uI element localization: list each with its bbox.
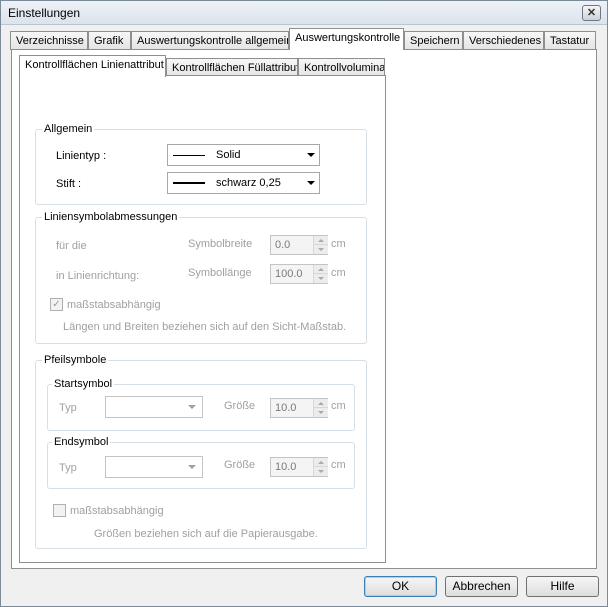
symbolbreite-value: 0.0 <box>275 239 291 251</box>
tab-speichern[interactable]: Speichern <box>404 31 463 50</box>
stift-label: Stift : <box>56 178 82 190</box>
group-startsymbol-title: Startsymbol <box>52 378 115 390</box>
massstabsabhaengig-label: maßstabsabhängig <box>67 299 161 311</box>
solid-line-preview-icon <box>173 155 205 156</box>
settings-dialog: Einstellungen ✕ Verzeichnisse Grafik Aus… <box>0 0 608 607</box>
tab-grafik[interactable]: Grafik <box>88 31 131 50</box>
startsymbol-groesse-stepper[interactable]: 10.0 <box>270 398 328 418</box>
tab-verschiedenes[interactable]: Verschiedenes <box>463 31 544 50</box>
in-linienrichtung-label: in Linienrichtung: <box>56 270 140 282</box>
help-button[interactable]: Hilfe <box>526 576 599 597</box>
symbolbreite-label: Symbolbreite <box>188 238 253 250</box>
linientyp-label: Linientyp : <box>56 150 107 162</box>
stift-value: schwarz 0,25 <box>216 177 281 189</box>
startsymbol-groesse-label: Größe <box>224 400 256 412</box>
cancel-button[interactable]: Abbrechen <box>445 576 518 597</box>
symbollaenge-stepper[interactable]: 100.0 <box>270 264 328 284</box>
symbollaenge-value: 100.0 <box>275 268 303 280</box>
chevron-down-icon <box>307 181 315 185</box>
endsymbol-typ-dropdown[interactable] <box>105 456 203 478</box>
linientyp-value: Solid <box>216 149 241 161</box>
endsymbol-typ-label: Typ <box>59 462 77 474</box>
pfeilsymbole-hint: Größen beziehen sich auf die Papierausga… <box>94 528 318 540</box>
spin-down-icon[interactable] <box>314 408 328 417</box>
group-pfeilsymbole-title: Pfeilsymbole <box>42 354 109 366</box>
title-bar: Einstellungen ✕ <box>1 1 607 25</box>
pen-line-preview-icon <box>173 182 205 184</box>
startsymbol-typ-dropdown[interactable] <box>105 396 203 418</box>
endsymbol-groesse-stepper[interactable]: 10.0 <box>270 457 328 477</box>
tab-auswertungskontrolle[interactable]: Auswertungskontrolle <box>289 28 404 50</box>
massstabsabhaengig-checkbox[interactable]: ✓ <box>50 298 63 311</box>
tab-tastatur[interactable]: Tastatur <box>544 31 596 50</box>
linientyp-dropdown[interactable]: Solid <box>167 144 320 166</box>
spin-down-icon[interactable] <box>314 274 328 283</box>
chevron-down-icon <box>188 465 196 469</box>
symbolbreite-stepper[interactable]: 0.0 <box>270 235 328 255</box>
endsymbol-unit: cm <box>331 459 346 471</box>
group-allgemein-title: Allgemein <box>42 123 95 135</box>
spin-up-icon[interactable] <box>314 458 328 467</box>
group-liniensymbolabmessungen-title: Liniensymbolabmessungen <box>42 211 180 223</box>
subtab-kontrollflaechen-linienattribut[interactable]: Kontrollflächen Linienattribut <box>19 55 166 77</box>
close-button[interactable]: ✕ <box>582 5 601 21</box>
spin-up-icon[interactable] <box>314 265 328 274</box>
endsymbol-groesse-label: Größe <box>224 459 256 471</box>
chevron-down-icon <box>188 405 196 409</box>
tab-auswertungskontrolle-allgemein[interactable]: Auswertungskontrolle allgemein <box>131 31 289 50</box>
startsymbol-typ-label: Typ <box>59 402 77 414</box>
window-title: Einstellungen <box>8 6 81 20</box>
stift-dropdown[interactable]: schwarz 0,25 <box>167 172 320 194</box>
symbolbreite-unit: cm <box>331 238 346 250</box>
ok-button[interactable]: OK <box>364 576 437 597</box>
spin-up-icon[interactable] <box>314 399 328 408</box>
group-endsymbol-title: Endsymbol <box>52 436 111 448</box>
symbollaenge-unit: cm <box>331 267 346 279</box>
tab-verzeichnisse[interactable]: Verzeichnisse <box>10 31 88 50</box>
symbollaenge-label: Symbollänge <box>188 267 252 279</box>
spin-down-icon[interactable] <box>314 467 328 476</box>
pfeil-massstabsabhaengig-label: maßstabsabhängig <box>70 505 164 517</box>
spin-up-icon[interactable] <box>314 236 328 245</box>
fuer-die-label: für die <box>56 240 87 252</box>
spin-down-icon[interactable] <box>314 245 328 254</box>
startsymbol-unit: cm <box>331 400 346 412</box>
startsymbol-groesse-value: 10.0 <box>275 402 297 414</box>
chevron-down-icon <box>307 153 315 157</box>
endsymbol-groesse-value: 10.0 <box>275 461 297 473</box>
liniensymbol-hint: Längen und Breiten beziehen sich auf den… <box>63 321 347 333</box>
pfeil-massstabsabhaengig-checkbox[interactable] <box>53 504 66 517</box>
